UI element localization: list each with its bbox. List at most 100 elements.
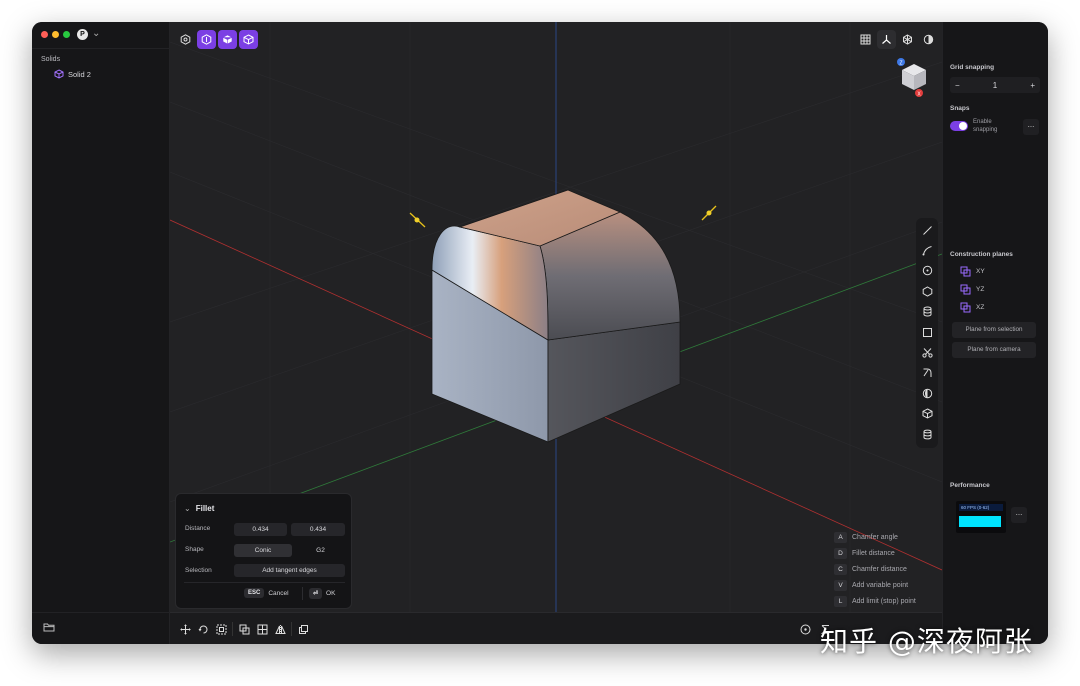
target-tool[interactable]: [798, 622, 812, 636]
divider: [232, 622, 233, 636]
divider: [32, 48, 170, 49]
hint-label: Chamfer distance: [852, 566, 907, 574]
copy-tool[interactable]: [237, 622, 251, 636]
plane-from-camera-button[interactable]: Plane from camera: [952, 342, 1036, 358]
plane-item-xy[interactable]: XY: [960, 266, 985, 277]
cube-icon: [54, 69, 64, 79]
hint-key: A: [834, 532, 847, 544]
fillet-handle-left[interactable]: [409, 212, 426, 228]
increment-button[interactable]: +: [1030, 81, 1035, 90]
theme-button[interactable]: [919, 30, 938, 49]
polygon-tool[interactable]: [916, 281, 938, 301]
rotate-tool[interactable]: [196, 622, 210, 636]
sidebar-item-solid-2[interactable]: Solid 2: [54, 69, 91, 79]
shape-conic-button[interactable]: Conic: [234, 544, 292, 557]
align-tool[interactable]: [255, 622, 269, 636]
scissors-icon: [921, 348, 933, 358]
chevron-down-icon[interactable]: ⌄: [184, 504, 191, 513]
grid-snapping-stepper[interactable]: − 1 +: [950, 77, 1040, 93]
shortcut-hints: A Chamfer angle D Fillet distance C Chamfer…: [834, 532, 916, 612]
fillet-tool[interactable]: [916, 363, 938, 383]
folder-icon[interactable]: [43, 622, 55, 632]
performance-more-button[interactable]: ...: [1011, 507, 1027, 523]
selection-label: Selection: [185, 567, 212, 574]
add-tangent-edges-button[interactable]: Add tangent edges: [234, 564, 345, 577]
hint-key: D: [834, 548, 847, 560]
plane-item-xz[interactable]: XZ: [960, 302, 984, 313]
mirror-tool[interactable]: [273, 622, 287, 636]
fps-readout: 60 FPS (0-62): [959, 504, 1003, 511]
divider: [291, 622, 292, 636]
enable-snapping-toggle[interactable]: [950, 121, 968, 131]
snaps-more-button[interactable]: ...: [1023, 119, 1039, 135]
fillet-handle-right[interactable]: [701, 205, 717, 221]
hint-label: Chamfer angle: [852, 534, 898, 542]
grid-value[interactable]: 1: [993, 81, 997, 90]
grid-toggle-button[interactable]: [856, 30, 875, 49]
zoom-button[interactable]: [63, 31, 70, 38]
circle-tool[interactable]: [916, 261, 938, 281]
duplicate-tool[interactable]: [296, 622, 310, 636]
transform-tools: [178, 622, 310, 636]
shape-label: Shape: [185, 546, 204, 553]
sphere-icon: [922, 388, 932, 399]
polygon-icon: [922, 286, 932, 297]
minimize-button[interactable]: [52, 31, 59, 38]
solids-section-label: Solids: [41, 56, 61, 63]
toggle-knob: [959, 122, 967, 130]
distance-a-field[interactable]: 0.434: [234, 523, 287, 536]
snowflake-button[interactable]: [898, 30, 917, 49]
box-icon: [222, 34, 233, 45]
3d-viewport[interactable]: Z X ⌄ Fillet Distance 0.434 0.434 Shape …: [170, 22, 942, 612]
solid-mode-button[interactable]: [197, 30, 216, 49]
theme-icon: [923, 34, 934, 45]
database-tool[interactable]: [916, 424, 938, 444]
esc-key: ESC: [244, 588, 265, 598]
right-sidebar: Grid snapping − 1 + Snaps Enable snappin…: [942, 22, 1048, 644]
distance-b-field[interactable]: 0.434: [291, 523, 345, 536]
rectangle-tool[interactable]: [916, 322, 938, 342]
cancel-label: Cancel: [268, 589, 289, 597]
decrement-button[interactable]: −: [955, 81, 960, 90]
arc-tool[interactable]: [916, 240, 938, 260]
rotate-icon: [198, 625, 207, 633]
cylinder-tool[interactable]: [916, 302, 938, 322]
box-button[interactable]: [218, 30, 237, 49]
grid-icon: [860, 34, 871, 45]
chevron-down-icon[interactable]: ⌄: [92, 28, 100, 39]
axes-icon: [882, 35, 891, 44]
hint-key: C: [834, 564, 847, 576]
scale-tool[interactable]: [214, 622, 228, 636]
hint-row: A Chamfer angle: [834, 532, 916, 544]
scale-icon: [216, 624, 226, 634]
cube-tool[interactable]: [916, 404, 938, 424]
ok-button[interactable]: ⏎ OK: [309, 588, 335, 599]
plane-item-yz[interactable]: YZ: [960, 284, 984, 295]
watermark: 知乎 @深夜阿张: [820, 625, 1033, 658]
duplicate-icon: [298, 624, 308, 634]
move-tool[interactable]: [178, 622, 192, 636]
axes-toggle-button[interactable]: [877, 30, 896, 49]
move-icon: [180, 624, 190, 634]
scissors-tool[interactable]: [916, 342, 938, 362]
divider: [184, 582, 345, 583]
shape-g2-button[interactable]: G2: [296, 544, 345, 557]
body-button[interactable]: [239, 30, 258, 49]
plane-from-selection-button[interactable]: Plane from selection: [952, 322, 1036, 338]
align-icon: [257, 624, 267, 634]
snaps-label: Snaps: [950, 105, 970, 112]
solid-body[interactable]: [431, 189, 681, 443]
fillet-panel-header[interactable]: ⌄ Fillet: [184, 504, 214, 513]
line-tool[interactable]: [916, 220, 938, 240]
target-icon: [800, 624, 810, 634]
drawing-toolbar: [916, 218, 938, 448]
plane-label: XZ: [976, 304, 985, 311]
avatar[interactable]: P: [77, 29, 88, 40]
window-controls: [41, 31, 70, 38]
cancel-button[interactable]: ESC Cancel: [244, 588, 289, 598]
close-button[interactable]: [41, 31, 48, 38]
distance-label: Distance: [185, 525, 211, 532]
view-cube[interactable]: Z X: [897, 58, 926, 98]
settings-hex-button[interactable]: [176, 30, 195, 49]
sphere-tool[interactable]: [916, 383, 938, 403]
